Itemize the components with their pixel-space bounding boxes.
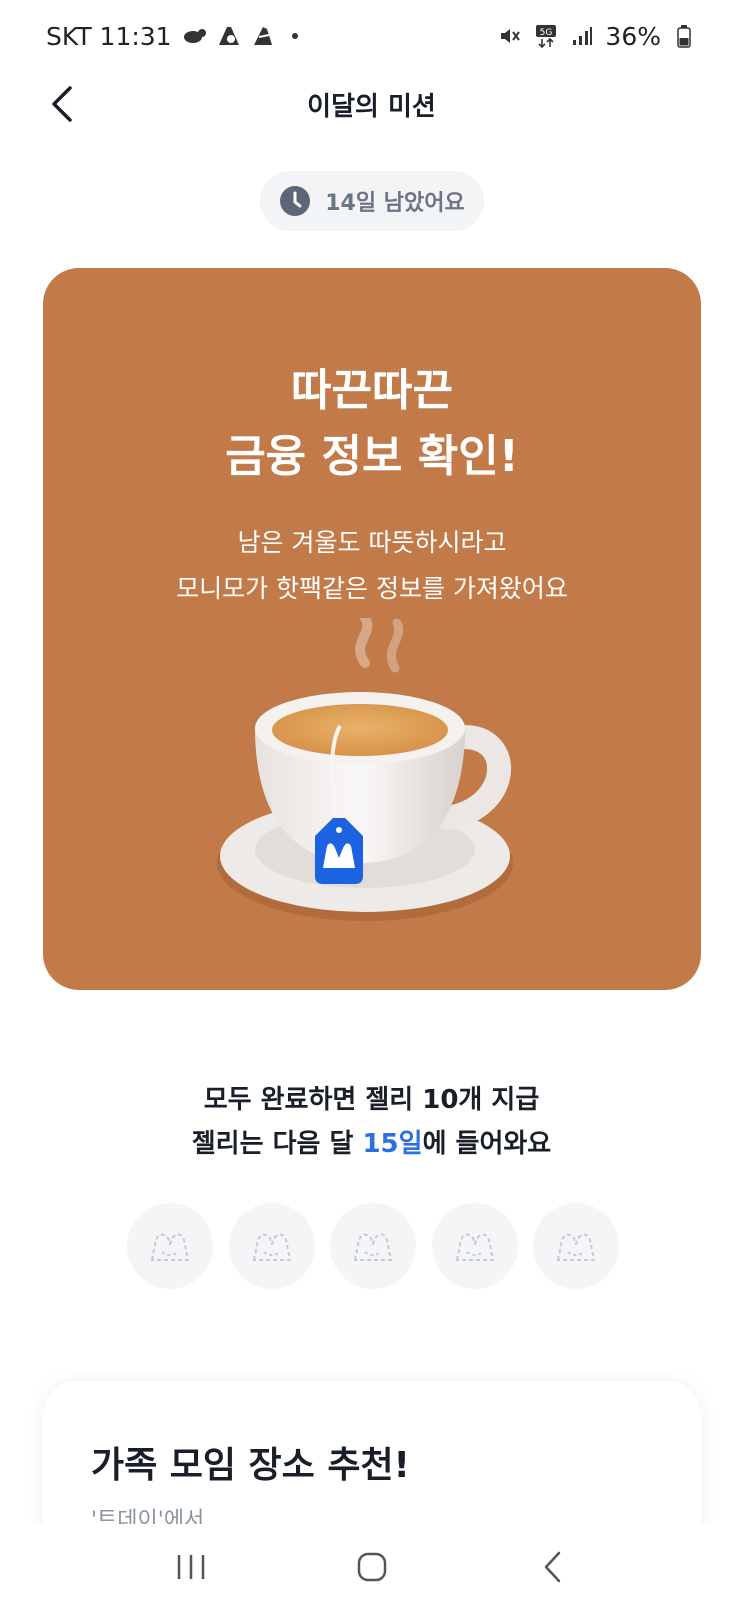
mission-description: 남은 겨울도 따뜻하시라고 모니모가 핫팩같은 정보를 가져왔어요: [43, 520, 701, 612]
jelly-slot: [127, 1203, 213, 1289]
recent-apps-icon: [177, 1555, 204, 1579]
home-icon: [357, 1552, 386, 1582]
battery-icon: [671, 24, 697, 48]
chevron-left-icon: [52, 86, 72, 122]
mission-screen: SKT 11:31 5G 36% 이달의 미션 14일 남았어요 따끈따끈 금융…: [0, 0, 743, 1610]
status-bar: SKT 11:31 5G 36%: [0, 0, 743, 72]
jelly-slot: [533, 1203, 619, 1289]
status-right: 5G 36%: [497, 22, 697, 51]
header: 이달의 미션: [0, 72, 743, 136]
reward-line1: 모두 완료하면 젤리 10개 지급: [203, 1085, 540, 1115]
deadline-badge: 14일 남았어요: [260, 171, 484, 231]
system-back-button[interactable]: [523, 1537, 583, 1597]
jelly-slot: [228, 1203, 315, 1289]
reward-line2-prefix: 젤리는 다음 달: [191, 1129, 363, 1159]
teacup-illustration: [217, 618, 513, 921]
carrier-time: SKT 11:31: [46, 21, 172, 51]
mission-item-title: 가족 모임 장소 추천!: [91, 1445, 410, 1486]
back-button[interactable]: [36, 78, 88, 130]
jelly-outline-icon: [151, 1233, 189, 1261]
jelly-outline-icon: [354, 1233, 392, 1261]
notification-app-icon: [250, 24, 276, 48]
clock-icon: [280, 186, 311, 216]
5g-icon: 5G: [533, 24, 559, 48]
jelly-outline-icon: [252, 1233, 291, 1261]
more-notifications-dot: [291, 33, 298, 39]
reward-date-highlight: 15일: [362, 1129, 423, 1159]
jelly-slot: [431, 1203, 518, 1289]
status-left: SKT 11:31: [46, 22, 298, 51]
mission-title-line1: 따끈따끈: [291, 365, 453, 416]
jelly-slot: [330, 1203, 416, 1289]
back-arrow-icon: [544, 1551, 560, 1583]
mission-desc-line2: 모니모가 핫팩같은 정보를 가져왔어요: [176, 574, 568, 603]
home-button[interactable]: [342, 1537, 402, 1597]
mute-icon: [497, 24, 523, 48]
reward-line2-suffix: 에 들어와요: [422, 1129, 552, 1159]
mission-title-line2: 금융 정보 확인!: [225, 431, 519, 482]
system-nav-bar: [0, 1524, 743, 1610]
reward-info: 모두 완료하면 젤리 10개 지급 젤리는 다음 달 15일에 들어와요: [0, 1078, 743, 1166]
notification-app-icon: [216, 24, 242, 48]
svg-text:5G: 5G: [540, 28, 553, 38]
jelly-outline-icon: [455, 1233, 494, 1261]
mission-card[interactable]: 따끈따끈 금융 정보 확인! 남은 겨울도 따뜻하시라고 모니모가 핫팩같은 정…: [43, 268, 701, 990]
battery-percent: 36%: [605, 21, 661, 51]
notification-app-icon: [182, 24, 208, 48]
jelly-progress: [127, 1203, 619, 1289]
jelly-outline-icon: [557, 1233, 595, 1261]
notification-icons: [182, 24, 298, 48]
mission-desc-line1: 남은 겨울도 따뜻하시라고: [237, 528, 507, 557]
signal-icon: [569, 24, 595, 48]
recent-apps-button[interactable]: [161, 1537, 221, 1597]
page-title: 이달의 미션: [307, 91, 436, 122]
mission-title: 따끈따끈 금융 정보 확인!: [43, 358, 701, 490]
reward-line2: 젤리는 다음 달 15일에 들어와요: [0, 1122, 743, 1166]
deadline-text: 14일 남았어요: [325, 191, 465, 216]
